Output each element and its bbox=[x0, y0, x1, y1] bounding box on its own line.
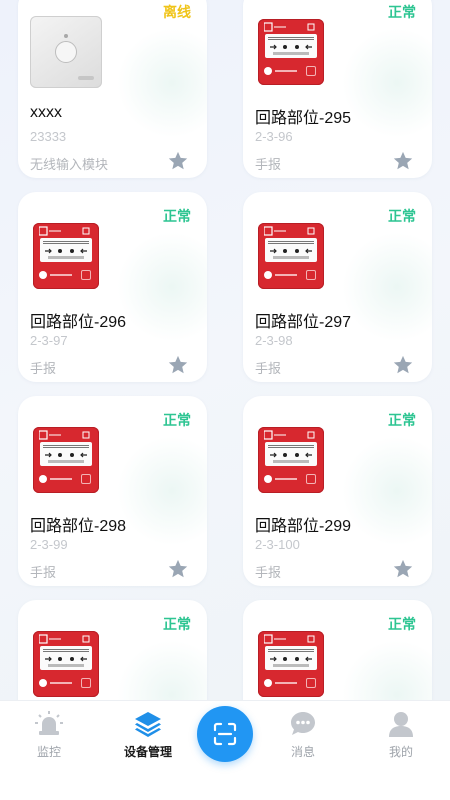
device-card[interactable]: 正常回路部位-295 2-3-96 手报 bbox=[243, 0, 432, 178]
status-badge: 正常 bbox=[163, 616, 191, 632]
chat-bubble-icon bbox=[291, 712, 315, 735]
device-name: 回路部位-299 bbox=[255, 518, 352, 535]
star-icon[interactable] bbox=[392, 558, 414, 580]
star-icon[interactable] bbox=[167, 558, 189, 580]
device-name: 回路部位-296 bbox=[30, 314, 127, 331]
device-type: 手报 bbox=[255, 565, 282, 580]
scan-button[interactable] bbox=[197, 706, 253, 762]
device-type: 手报 bbox=[30, 565, 57, 580]
nav-label-monitor: 监控 bbox=[36, 745, 61, 759]
fire-alarm-button-image bbox=[258, 223, 324, 289]
fire-alarm-button-image bbox=[33, 631, 99, 697]
device-grid: 离线 xxxx 23333 无线输入模块 正常 回路部位-295 2-3-96 手报 正常 回路部… bbox=[18, 0, 432, 700]
device-type: 手报 bbox=[255, 157, 282, 172]
device-code: 23333 bbox=[30, 129, 67, 144]
status-badge: 正常 bbox=[163, 208, 191, 224]
fire-alarm-button-image bbox=[258, 19, 324, 85]
scan-icon bbox=[213, 722, 237, 746]
device-code: 2-3-96 bbox=[255, 129, 293, 144]
star-icon[interactable] bbox=[392, 150, 414, 172]
nav-item-messages[interactable]: 消息 bbox=[258, 709, 348, 760]
device-thumbnail bbox=[30, 628, 102, 700]
device-card[interactable]: 正常回路部位-296 2-3-97 手报 bbox=[18, 192, 207, 382]
status-badge: 正常 bbox=[163, 412, 191, 428]
device-thumbnail bbox=[30, 220, 102, 292]
device-code: 2-3-100 bbox=[255, 537, 300, 552]
device-code: 2-3-99 bbox=[30, 537, 68, 552]
wireless-module-image bbox=[30, 16, 102, 88]
device-type: 手报 bbox=[30, 361, 57, 376]
fire-alarm-button-image bbox=[33, 223, 99, 289]
layers-icon bbox=[135, 712, 161, 737]
user-icon bbox=[389, 712, 413, 737]
device-card[interactable]: 离线 xxxx 23333 无线输入模块 bbox=[18, 0, 207, 178]
device-thumbnail bbox=[255, 628, 327, 700]
device-card[interactable]: 正常 bbox=[243, 600, 432, 700]
nav-label-messages: 消息 bbox=[290, 745, 315, 759]
device-card[interactable]: 正常 bbox=[18, 600, 207, 700]
device-name: 回路部位-297 bbox=[255, 314, 352, 331]
nav-item-devices[interactable]: 设备管理 bbox=[103, 709, 193, 760]
star-icon[interactable] bbox=[392, 354, 414, 376]
star-icon[interactable] bbox=[167, 354, 189, 376]
status-badge: 正常 bbox=[388, 4, 416, 20]
device-card[interactable]: 正常回路部位-297 2-3-98 手报 bbox=[243, 192, 432, 382]
fire-alarm-button-image bbox=[258, 631, 324, 697]
device-name: 回路部位-295 bbox=[255, 110, 352, 127]
nav-label-devices: 设备管理 bbox=[123, 745, 172, 759]
alarm-light-icon bbox=[35, 711, 63, 735]
device-code: 2-3-98 bbox=[255, 333, 293, 348]
bottom-nav: 监控 设备管理 消息 我的 bbox=[0, 700, 450, 800]
device-card[interactable]: 正常回路部位-298 2-3-99 手报 bbox=[18, 396, 207, 586]
status-badge: 离线 bbox=[163, 4, 191, 20]
nav-item-monitor[interactable]: 监控 bbox=[4, 709, 94, 760]
device-type: 手报 bbox=[255, 361, 282, 376]
device-name: xxxx bbox=[30, 104, 62, 121]
device-name: 回路部位-298 bbox=[30, 518, 127, 535]
device-thumbnail bbox=[255, 220, 327, 292]
device-thumbnail bbox=[255, 16, 327, 88]
device-thumbnail bbox=[30, 424, 102, 496]
nav-label-mine: 我的 bbox=[388, 745, 413, 759]
status-badge: 正常 bbox=[388, 412, 416, 428]
device-thumbnail bbox=[30, 16, 102, 88]
status-badge: 正常 bbox=[388, 616, 416, 632]
fire-alarm-button-image bbox=[258, 427, 324, 493]
device-list-page: 离线 xxxx 23333 无线输入模块 正常 回路部位-295 2-3-96 手报 正常 回路部… bbox=[0, 0, 450, 700]
nav-item-mine[interactable]: 我的 bbox=[356, 709, 446, 760]
fire-alarm-button-image bbox=[33, 427, 99, 493]
device-card[interactable]: 正常回路部位-299 2-3-100 手报 bbox=[243, 396, 432, 586]
star-icon[interactable] bbox=[167, 150, 189, 172]
status-badge: 正常 bbox=[388, 208, 416, 224]
device-code: 2-3-97 bbox=[30, 333, 68, 348]
device-type: 无线输入模块 bbox=[30, 157, 109, 172]
device-thumbnail bbox=[255, 424, 327, 496]
